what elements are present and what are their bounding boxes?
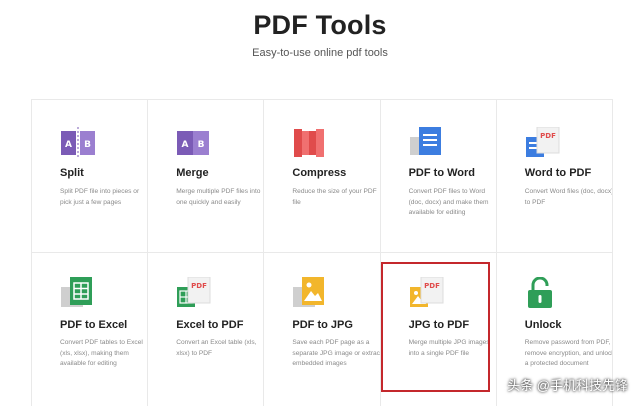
tool-card-pdf-to-jpg[interactable]: PDF to JPG Save each PDF page as a separ…	[264, 253, 381, 406]
svg-text:A: A	[182, 140, 189, 150]
watermark: 头条 @手机科技先锋	[507, 378, 628, 393]
tool-description: Convert Word files (doc, docx) to PDF	[524, 188, 613, 206]
excel-doc-icon	[60, 277, 96, 309]
word-doc-icon	[409, 127, 445, 159]
svg-text:B: B	[84, 140, 91, 150]
tool-description: Save each PDF page as a separate JPG ima…	[292, 339, 381, 367]
tool-name: PDF to Excel	[60, 319, 128, 331]
jpg-to-pdf-icon: PDF	[409, 276, 445, 309]
svg-text:PDF: PDF	[540, 132, 556, 140]
tool-card-excel-to-pdf[interactable]: PDF Excel to PDF Convert an Excel table …	[148, 253, 265, 406]
compress-icon	[292, 127, 328, 159]
tool-description: Reduce the size of your PDF file	[292, 188, 377, 206]
tool-description: Convert PDF tables to Excel (xls, xlsx),…	[60, 339, 143, 367]
tool-name: Excel to PDF	[176, 319, 244, 331]
svg-text:PDF: PDF	[424, 282, 440, 290]
tool-card-compress[interactable]: Compress Reduce the size of your PDF fil…	[264, 100, 381, 253]
tool-card-merge[interactable]: A B Merge Merge multiple PDF files into …	[148, 100, 265, 253]
tool-description: Split PDF file into pieces or pick just …	[60, 188, 140, 206]
tool-card-pdf-to-word[interactable]: PDF to Word Convert PDF files to Word (d…	[380, 100, 497, 253]
tools-grid: A B Split Split PDF file into pieces or …	[31, 99, 613, 406]
tool-name: Merge	[176, 167, 209, 179]
tool-name: PDF to Word	[408, 167, 475, 179]
excel-to-pdf-icon: PDF	[176, 276, 212, 309]
tool-card-split[interactable]: A B Split Split PDF file into pieces or …	[32, 100, 149, 253]
page-title: PDF Tools	[253, 10, 387, 40]
jpg-image-icon	[292, 277, 328, 309]
tool-card-pdf-to-excel[interactable]: PDF to Excel Convert PDF tables to Excel…	[32, 253, 149, 406]
tool-name: JPG to PDF	[408, 319, 470, 331]
page-subtitle: Easy-to-use online pdf tools	[252, 47, 388, 59]
tool-description: Merge multiple PDF files into one quickl…	[176, 188, 261, 206]
word-to-pdf-icon: PDF	[525, 126, 561, 159]
split-icon: A B	[60, 127, 96, 159]
merge-icon: A B	[176, 127, 212, 159]
tool-description: Remove password from PDF, remove encrypt…	[524, 339, 613, 367]
tool-name: Unlock	[524, 319, 562, 331]
pdf-tools-page: PDF Tools Easy-to-use online pdf tools A…	[0, 0, 640, 406]
tool-name: PDF to JPG	[292, 319, 353, 331]
tool-description: Convert an Excel table (xls, xlsx) to PD…	[176, 339, 257, 357]
svg-text:B: B	[198, 140, 205, 150]
tool-card-word-to-pdf[interactable]: PDF Word to PDF Convert Word files (doc,…	[496, 100, 613, 253]
unlock-icon	[525, 276, 561, 309]
tool-name: Word to PDF	[524, 167, 592, 179]
tool-name: Compress	[292, 167, 347, 179]
svg-text:A: A	[65, 140, 72, 150]
svg-text:PDF: PDF	[191, 282, 207, 290]
tool-description: Merge multiple JPG images into a single …	[408, 339, 490, 357]
tool-card-jpg-to-pdf[interactable]: PDF JPG to PDF Merge multiple JPG images…	[380, 253, 497, 406]
tool-name: Split	[60, 167, 84, 179]
tool-description: Convert PDF files to Word (doc, docx) an…	[408, 188, 489, 216]
